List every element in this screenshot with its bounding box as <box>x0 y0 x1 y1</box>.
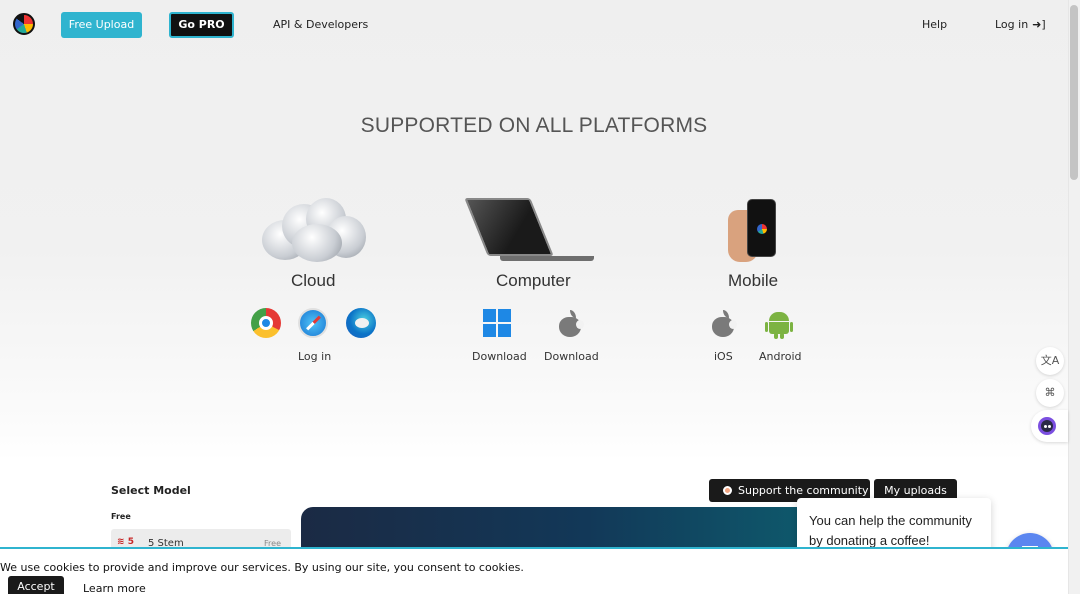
coffee-dot-icon <box>723 486 732 495</box>
computer-title: Computer <box>496 271 571 290</box>
windows-download-link[interactable]: Download <box>472 350 527 363</box>
laptop-base <box>500 256 594 261</box>
stem-flag-icon: ≋ 5 <box>117 537 134 547</box>
cookie-banner: We use cookies to provide and improve ou… <box>0 547 1068 594</box>
login-link[interactable]: Log in ➜] <box>995 18 1046 31</box>
go-pro-button[interactable]: Go PRO <box>169 12 234 38</box>
mac-download-link[interactable]: Download <box>544 350 599 363</box>
scrollbar[interactable] <box>1068 0 1080 594</box>
cookie-text: We use cookies to provide and improve ou… <box>0 561 524 574</box>
free-upload-button[interactable]: Free Upload <box>61 12 142 38</box>
api-developers-link[interactable]: API & Developers <box>273 18 368 31</box>
logo-icon[interactable] <box>13 13 35 35</box>
laptop-illustration <box>464 198 554 256</box>
login-label: Log in <box>995 18 1029 31</box>
ios-link[interactable]: iOS <box>714 350 733 363</box>
assistant-icon[interactable] <box>1031 410 1068 442</box>
safari-icon[interactable] <box>298 308 328 338</box>
select-model-heading: Select Model <box>111 484 191 497</box>
edge-icon[interactable] <box>346 308 376 338</box>
free-tier-label: Free <box>111 512 131 521</box>
ios-apple-icon[interactable] <box>712 310 737 337</box>
chrome-icon[interactable] <box>251 308 281 338</box>
top-nav: Free Upload Go PRO API & Developers Help… <box>0 0 1068 50</box>
accept-cookies-button[interactable]: Accept <box>8 576 64 594</box>
mobile-title: Mobile <box>728 271 779 290</box>
android-icon[interactable] <box>765 312 793 339</box>
cloud-login-link[interactable]: Log in <box>298 350 331 363</box>
page-headline: SUPPORTED ON ALL PLATFORMS <box>360 114 708 137</box>
cloud-illustration <box>262 198 366 262</box>
learn-more-link[interactable]: Learn more <box>83 582 146 594</box>
grid-icon[interactable]: ⌘ <box>1036 379 1064 407</box>
windows-icon[interactable] <box>483 309 512 338</box>
cloud-title: Cloud <box>291 271 336 290</box>
scroll-thumb[interactable] <box>1070 5 1078 180</box>
help-link[interactable]: Help <box>922 18 947 31</box>
sign-in-icon: ➜] <box>1032 18 1046 31</box>
phone-illustration <box>747 199 776 257</box>
android-link[interactable]: Android <box>759 350 802 363</box>
translate-icon[interactable]: 文A <box>1036 347 1064 375</box>
app-logo-icon <box>757 224 767 234</box>
apple-icon[interactable] <box>559 310 584 337</box>
